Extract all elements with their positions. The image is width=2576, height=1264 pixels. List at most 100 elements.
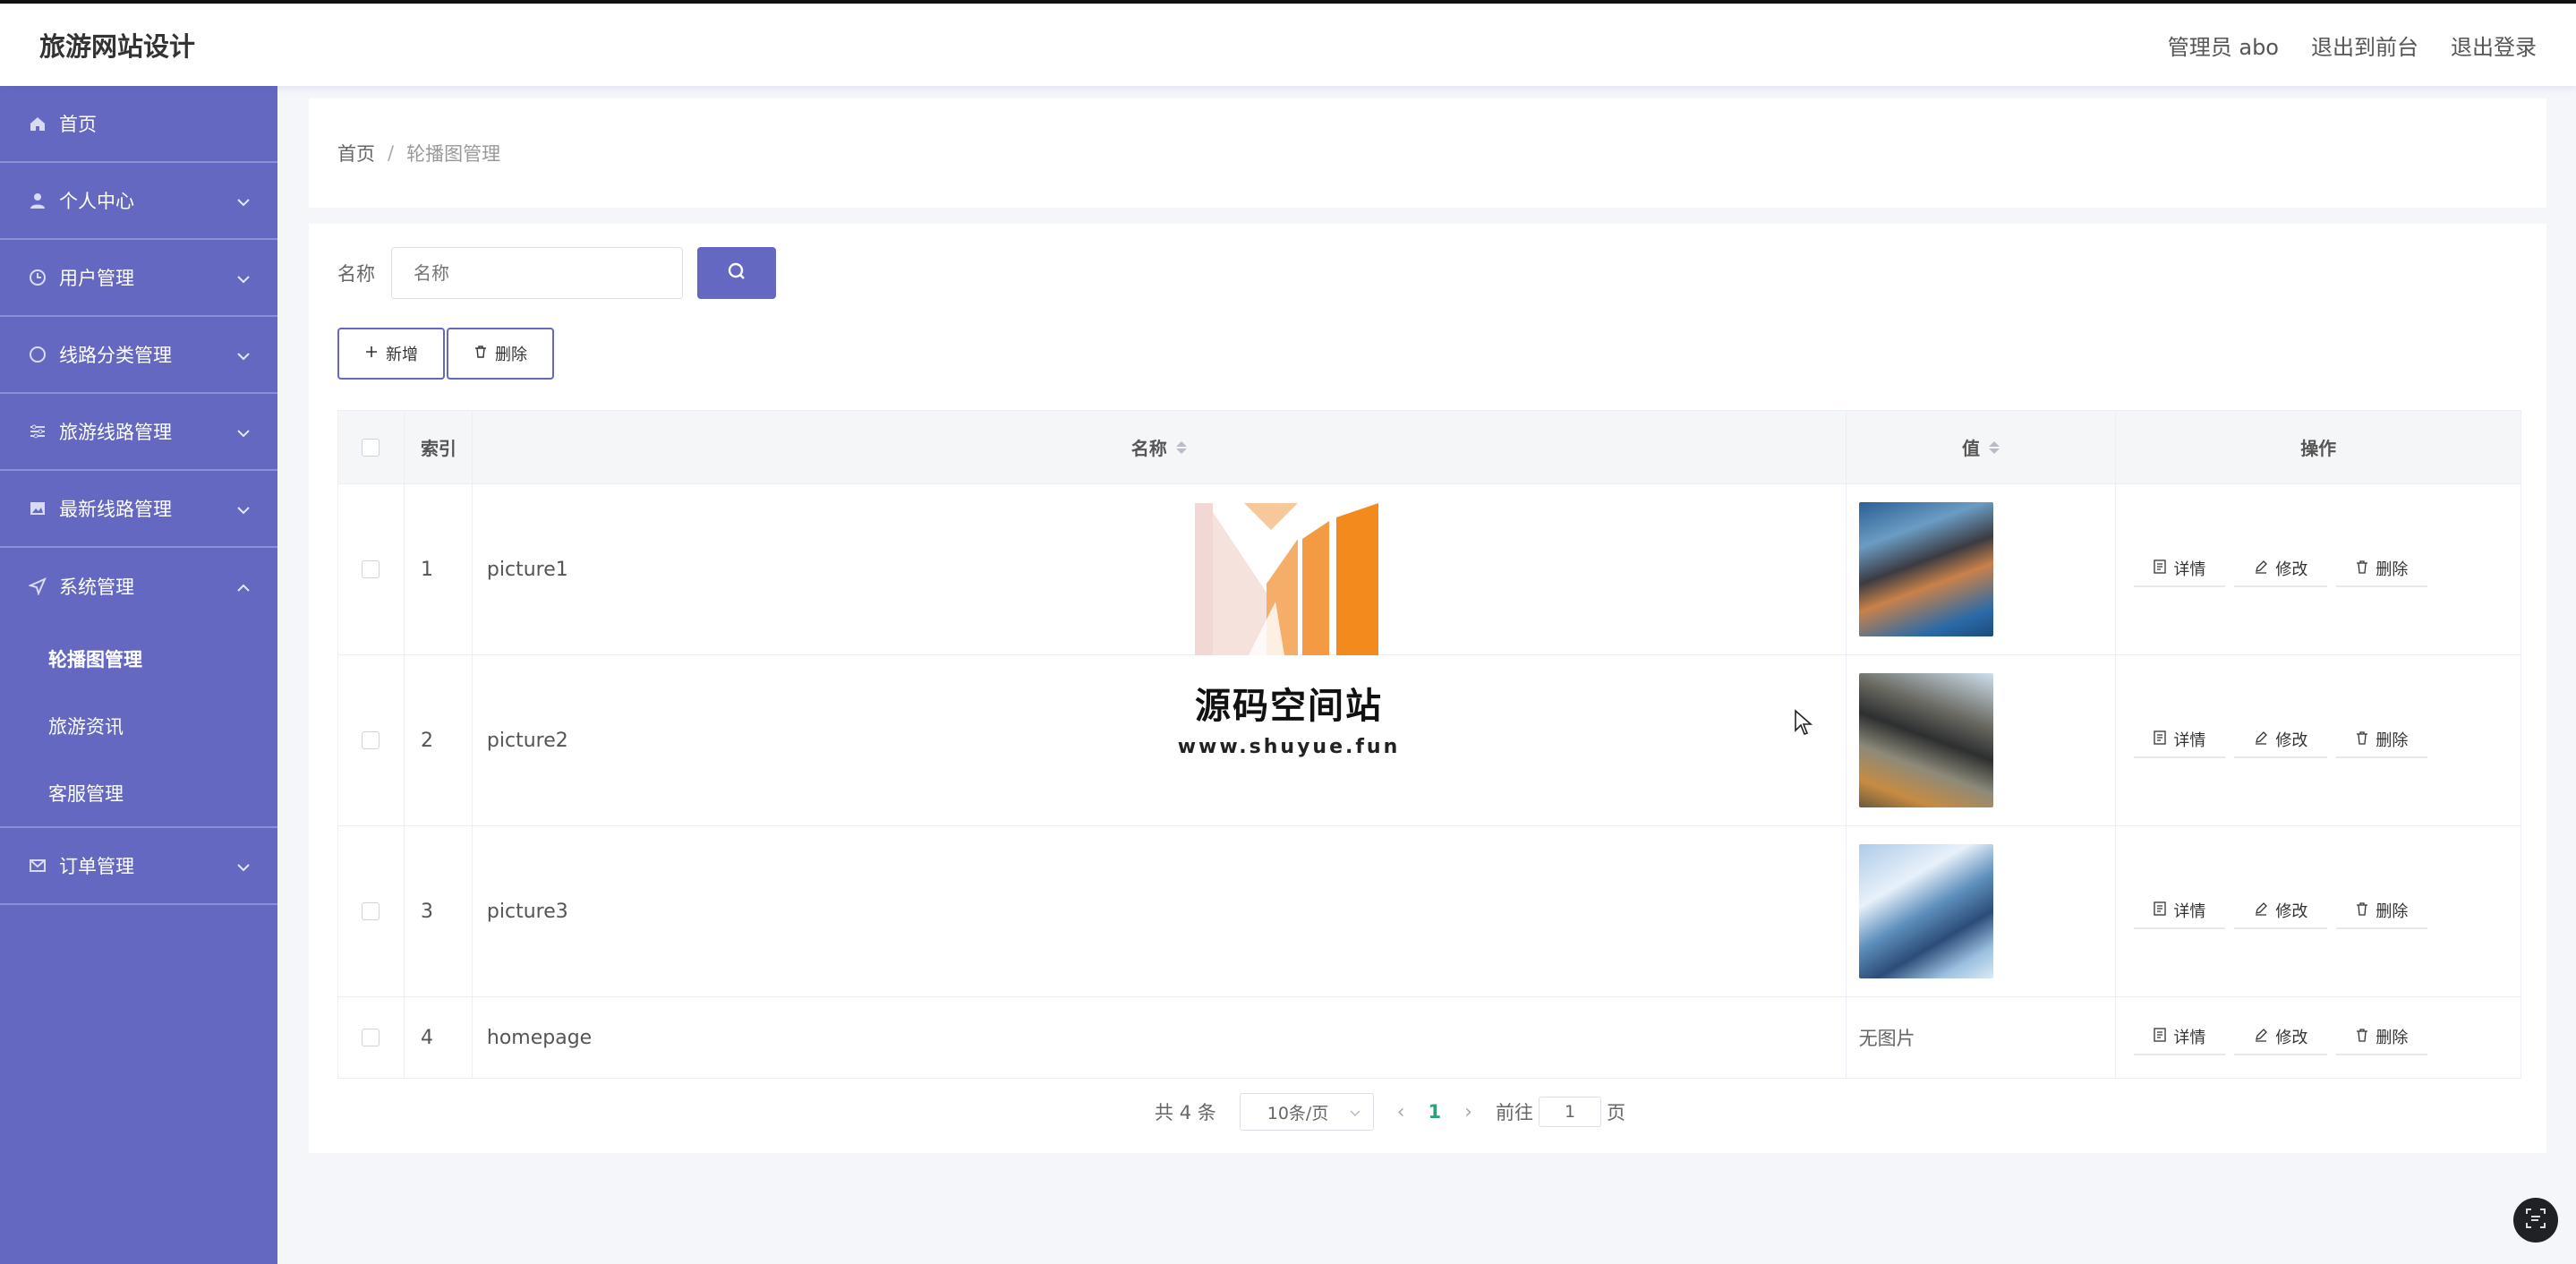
header-actions: 管理员 abo 退出到前台 退出登录 <box>2168 30 2537 61</box>
detail-button[interactable]: 详情 <box>2134 893 2226 929</box>
edit-button[interactable]: 修改 <box>2234 722 2328 758</box>
delete-button-label: 删除 <box>495 346 527 364</box>
sidebar-item-latest-route[interactable]: 最新线路管理 <box>0 471 277 548</box>
system-submenu: 轮播图管理 旅游资讯 客服管理 <box>0 625 277 828</box>
table-row: 3 picture3 详情 修改 删除 <box>338 826 2521 997</box>
sidebar-item-label: 个人中心 <box>59 191 134 212</box>
search-label: 名称 <box>337 263 375 285</box>
table-row: 2 picture2 详情 修改 删除 <box>338 655 2521 826</box>
document-icon <box>2154 1027 2167 1046</box>
batch-delete-button[interactable]: 删除 <box>447 328 554 380</box>
no-image-text: 无图片 <box>1858 1028 1915 1049</box>
row-checkbox[interactable] <box>362 731 380 749</box>
sidebar-item-user-management[interactable]: 用户管理 <box>0 240 277 317</box>
breadcrumb-home[interactable]: 首页 <box>337 140 375 167</box>
logout-link[interactable]: 退出登录 <box>2451 30 2537 61</box>
row-checkbox[interactable] <box>362 1029 380 1046</box>
row-index: 3 <box>405 826 473 996</box>
detail-button[interactable]: 详情 <box>2134 551 2226 587</box>
chevron-down-icon <box>1350 1102 1361 1122</box>
detail-button[interactable]: 详情 <box>2134 722 2226 758</box>
delete-button[interactable]: 删除 <box>2336 1020 2428 1055</box>
sidebar-item-travel-route[interactable]: 旅游线路管理 <box>0 394 277 471</box>
action-buttons: 新增 删除 <box>337 328 554 380</box>
delete-label: 删除 <box>2376 902 2409 921</box>
trash-icon <box>2356 901 2368 920</box>
search-input[interactable] <box>391 247 683 299</box>
delete-button[interactable]: 删除 <box>2336 551 2428 587</box>
carousel-thumbnail[interactable] <box>1858 673 1993 807</box>
exit-to-frontend-link[interactable]: 退出到前台 <box>2311 30 2418 61</box>
top-header: 旅游网站设计 管理员 abo 退出到前台 退出登录 <box>0 0 2576 86</box>
select-all-checkbox[interactable] <box>362 438 380 457</box>
breadcrumb-separator: / <box>388 142 395 164</box>
chevron-down-icon <box>236 421 251 442</box>
sidebar-item-system-management[interactable]: 系统管理 <box>0 548 277 625</box>
detail-label: 详情 <box>2173 731 2206 750</box>
prev-page-button[interactable]: ‹ <box>1397 1101 1405 1123</box>
sidebar: 首页 个人中心 用户管理 线路分类管理 旅游线路管理 最新线路管理 系统管理 轮… <box>0 86 277 1264</box>
sidebar-item-label: 旅游线路管理 <box>59 422 172 443</box>
main-panel: 名称 新增 删除 索引 名称 值 <box>309 224 2546 1153</box>
current-page-number[interactable]: 1 <box>1429 1101 1442 1123</box>
chevron-down-icon <box>236 498 251 519</box>
search-icon <box>727 261 746 285</box>
sort-icon[interactable] <box>1989 440 2000 454</box>
edit-label: 修改 <box>2275 1029 2308 1047</box>
sidebar-item-home[interactable]: 首页 <box>0 86 277 163</box>
search-button[interactable] <box>697 247 776 299</box>
admin-user-label[interactable]: 管理员 abo <box>2168 30 2279 61</box>
delete-label: 删除 <box>2376 560 2409 579</box>
delete-label: 删除 <box>2376 731 2409 750</box>
trash-icon <box>2356 559 2368 578</box>
column-header-value[interactable]: 值 <box>1847 411 2117 483</box>
sidebar-item-personal-center[interactable]: 个人中心 <box>0 163 277 240</box>
row-index: 1 <box>405 484 473 654</box>
column-header-name-label: 名称 <box>1130 438 1167 459</box>
row-name: picture2 <box>473 655 1847 825</box>
chevron-down-icon <box>236 267 251 288</box>
page-unit-label: 页 <box>1606 1102 1625 1123</box>
sidebar-subitem-customer-service[interactable]: 客服管理 <box>0 759 277 826</box>
row-checkbox[interactable] <box>362 560 380 578</box>
column-header-name[interactable]: 名称 <box>473 411 1847 483</box>
sidebar-item-label: 系统管理 <box>59 576 134 598</box>
table-row: 1 picture1 详情 修改 删除 <box>338 484 2521 655</box>
column-header-value-label: 值 <box>1962 438 1980 459</box>
next-page-button[interactable]: › <box>1464 1101 1472 1123</box>
breadcrumb: 首页 / 轮播图管理 <box>309 98 2546 208</box>
edit-button[interactable]: 修改 <box>2234 893 2328 929</box>
sidebar-item-label: 最新线路管理 <box>59 499 172 520</box>
sidebar-item-route-category[interactable]: 线路分类管理 <box>0 317 277 394</box>
page-size-select[interactable]: 10条/页 <box>1239 1093 1374 1131</box>
carousel-thumbnail[interactable] <box>1858 844 1993 978</box>
goto-page-input[interactable]: 1 <box>1538 1097 1601 1127</box>
page-size-value: 10条/页 <box>1267 1103 1329 1123</box>
sidebar-subitem-carousel[interactable]: 轮播图管理 <box>0 625 277 692</box>
table-row: 4 homepage 无图片 详情 修改 删除 <box>338 997 2521 1078</box>
detail-label: 详情 <box>2173 902 2206 921</box>
watermark: 源码空间站 www.shuyue.fun <box>1178 503 1397 758</box>
watermark-logo-icon <box>1195 503 1378 655</box>
row-name: homepage <box>473 997 1847 1078</box>
row-name: picture3 <box>473 826 1847 996</box>
chevron-down-icon <box>236 344 251 365</box>
edit-button[interactable]: 修改 <box>2234 551 2328 587</box>
row-checkbox[interactable] <box>362 902 380 920</box>
floating-tool-button[interactable] <box>2513 1198 2558 1243</box>
clock-icon <box>27 267 48 288</box>
add-button[interactable]: 新增 <box>337 328 445 380</box>
home-icon <box>27 113 48 134</box>
sort-icon[interactable] <box>1175 440 1187 454</box>
delete-button[interactable]: 删除 <box>2336 722 2428 758</box>
pagination: 共 4 条 10条/页 ‹ 1 › 前往 1 页 <box>271 1092 2509 1132</box>
column-header-index: 索引 <box>405 411 473 483</box>
sidebar-item-order-management[interactable]: 订单管理 <box>0 828 277 905</box>
carousel-thumbnail[interactable] <box>1858 502 1993 636</box>
sidebar-item-label: 首页 <box>59 114 97 135</box>
sidebar-subitem-travel-news[interactable]: 旅游资讯 <box>0 692 277 759</box>
column-header-ops: 操作 <box>2300 438 2337 459</box>
delete-button[interactable]: 删除 <box>2336 893 2428 929</box>
detail-button[interactable]: 详情 <box>2134 1020 2226 1055</box>
edit-button[interactable]: 修改 <box>2234 1020 2328 1055</box>
